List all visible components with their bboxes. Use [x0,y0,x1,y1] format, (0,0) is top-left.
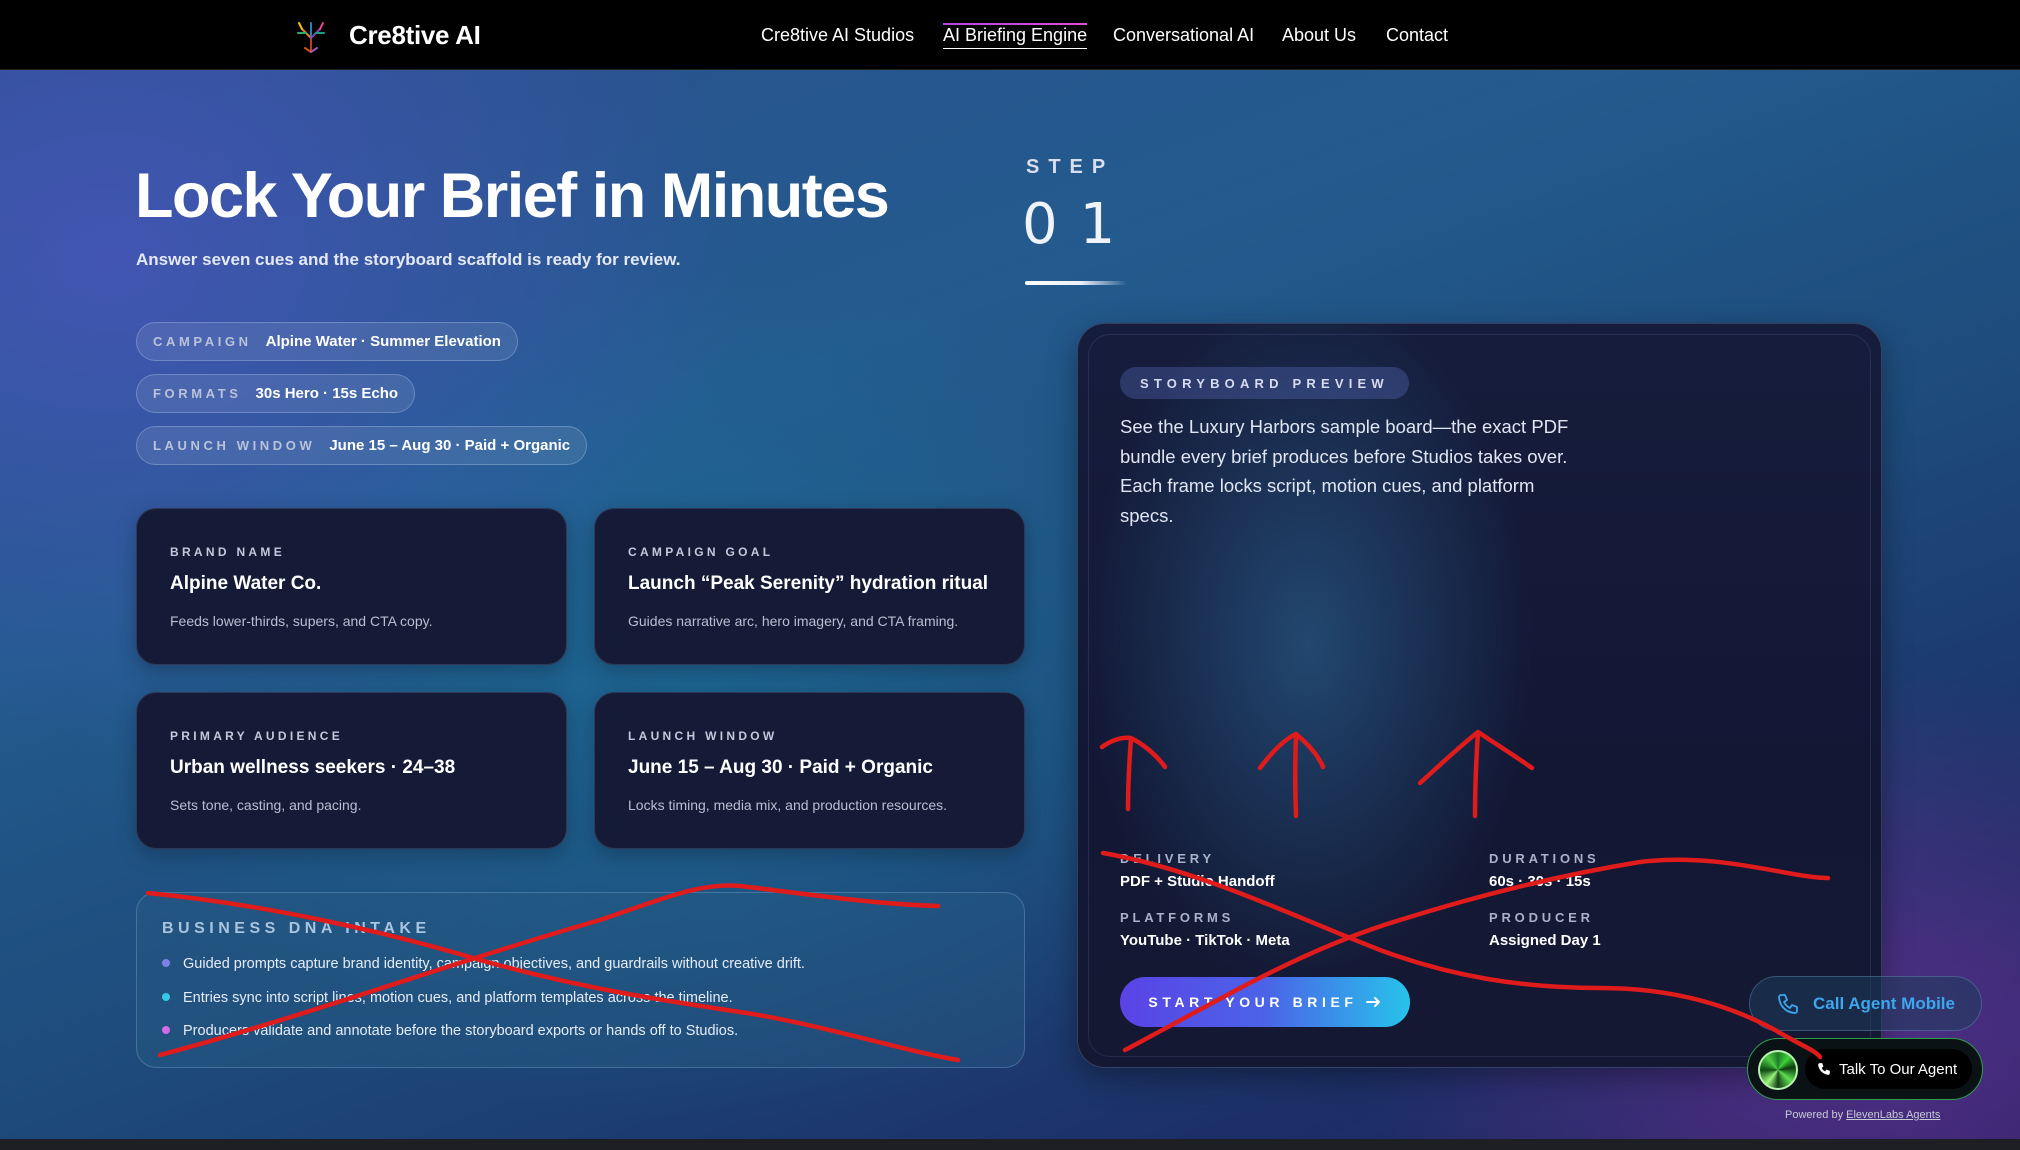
card-value: Urban wellness seekers · 24–38 [170,757,456,778]
bullet-dot-icon [162,1026,170,1034]
campaign-goal-card: CAMPAIGN GOAL Launch “Peak Serenity” hyd… [594,508,1025,665]
powered-prefix: Powered by [1785,1109,1844,1121]
talk-to-agent-button[interactable]: Talk To Our Agent [1805,1049,1972,1089]
agent-orb-icon [1758,1050,1798,1090]
nav-link-about-us[interactable]: About Us [1282,25,1356,46]
primary-audience-card: PRIMARY AUDIENCE Urban wellness seekers … [136,692,567,849]
nav-link-studios[interactable]: Cre8tive AI Studios [761,25,914,46]
business-dna-intake-panel: BUSINESS DNA INTAKE Guided prompts captu… [136,892,1025,1068]
list-item: Producers validate and annotate before t… [162,1023,738,1039]
step-progress-bar [1025,281,1127,285]
spec-value-platforms: YouTube · TikTok · Meta [1120,932,1290,949]
page-subtitle: Answer seven cues and the storyboard sca… [136,250,681,269]
card-value: Launch “Peak Serenity” hydration ritual [628,573,989,594]
talk-to-agent-label: Talk To Our Agent [1839,1060,1958,1078]
top-navbar: Cre8tive AI Cre8tive AI Studios AI Brief… [0,0,2020,70]
pill-value: June 15 – Aug 30 · Paid + Organic [329,437,571,454]
campaign-pill: CAMPAIGN Alpine Water · Summer Elevation [136,322,518,361]
call-agent-mobile-button[interactable]: Call Agent Mobile [1749,976,1982,1031]
launch-window-pill: LAUNCH WINDOW June 15 – Aug 30 · Paid + … [136,426,588,465]
pill-key: CAMPAIGN [153,334,252,349]
spec-label-platforms: PLATFORMS [1120,910,1235,925]
spec-value-delivery: PDF + Studio Handoff [1120,873,1275,890]
spec-value-durations: 60s · 30s · 15s [1489,873,1591,890]
card-description: Locks timing, media mix, and production … [628,797,948,813]
card-label: CAMPAIGN GOAL [628,545,774,559]
spec-value-producer: Assigned Day 1 [1489,932,1601,949]
intake-title: BUSINESS DNA INTAKE [162,920,431,937]
phone-icon [1778,994,1798,1014]
storyboard-preview-panel: STORYBOARD PREVIEW See the Luxury Harbor… [1077,323,1882,1068]
card-label: BRAND NAME [170,545,285,559]
brand-name[interactable]: Cre8tive AI [349,20,481,51]
nav-link-briefing-engine[interactable]: AI Briefing Engine [943,23,1088,49]
spec-label-durations: DURATIONS [1489,851,1600,866]
preview-description: See the Luxury Harbors sample board—the … [1120,416,1569,526]
list-item-text: Guided prompts capture brand identity, c… [183,956,805,972]
card-description: Feeds lower-thirds, supers, and CTA copy… [170,613,433,629]
spec-label-producer: PRODUCER [1489,910,1594,925]
pill-key: FORMATS [153,386,242,401]
voice-agent-widget: Talk To Our Agent [1747,1038,1983,1100]
card-description: Guides narrative arc, hero imagery, and … [628,613,959,629]
card-value: June 15 – Aug 30 · Paid + Organic [628,757,933,778]
pill-key: LAUNCH WINDOW [153,438,316,453]
card-value: Alpine Water Co. [170,573,322,594]
nav-link-contact[interactable]: Contact [1386,25,1448,46]
cta-label: START YOUR BRIEF [1148,994,1358,1010]
start-brief-button[interactable]: START YOUR BRIEF [1120,977,1410,1027]
powered-by-text: Powered by ElevenLabs Agents [1785,1109,1940,1121]
list-item: Guided prompts capture brand identity, c… [162,956,805,972]
pill-value: Alpine Water · Summer Elevation [265,333,501,350]
card-label: PRIMARY AUDIENCE [170,729,344,743]
nav-link-conversational-ai[interactable]: Conversational AI [1113,25,1254,46]
page-background: Cre8tive AI Cre8tive AI Studios AI Brief… [0,0,2020,1139]
preview-tag: STORYBOARD PREVIEW [1120,367,1409,399]
pill-value: 30s Hero · 15s Echo [255,385,399,402]
tree-logo-icon[interactable] [293,18,329,54]
step-label: STEP [1026,156,1115,178]
card-label: LAUNCH WINDOW [628,729,778,743]
call-agent-mobile-label: Call Agent Mobile [1813,994,1955,1013]
launch-window-card: LAUNCH WINDOW June 15 – Aug 30 · Paid + … [594,692,1025,849]
bottom-edge-strip [0,1139,2020,1150]
list-item: Entries sync into script lines, motion c… [162,990,733,1006]
list-item-text: Producers validate and annotate before t… [183,1023,739,1039]
powered-by-link[interactable]: ElevenLabs Agents [1846,1109,1940,1121]
bullet-dot-icon [162,959,170,967]
list-item-text: Entries sync into script lines, motion c… [183,990,733,1006]
spec-label-delivery: DELIVERY [1120,851,1215,866]
bullet-dot-icon [162,993,170,1001]
phone-icon [1818,1063,1830,1075]
card-description: Sets tone, casting, and pacing. [170,797,362,813]
arrow-right-icon [1365,997,1380,1007]
page-title: Lock Your Brief in Minutes [135,161,890,231]
formats-pill: FORMATS 30s Hero · 15s Echo [136,374,416,413]
step-number: 01 [1022,192,1138,257]
brand-name-card: BRAND NAME Alpine Water Co. Feeds lower-… [136,508,567,665]
